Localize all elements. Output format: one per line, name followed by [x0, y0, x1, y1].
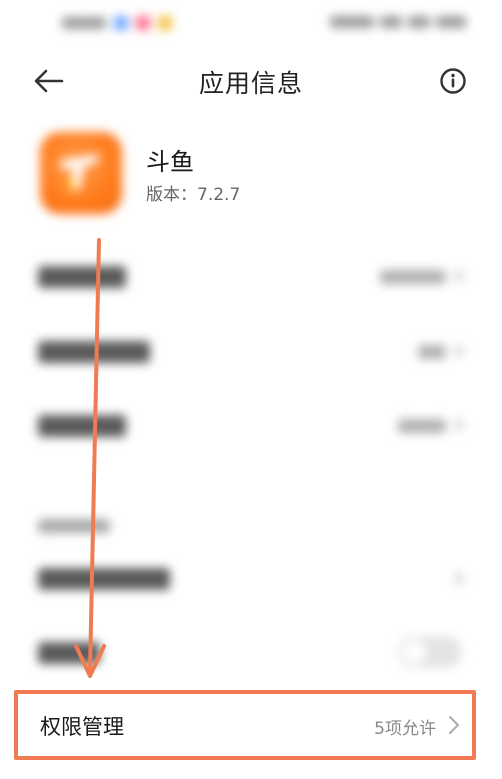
notification-icon [158, 16, 172, 30]
app-name: 斗鱼 [146, 148, 194, 176]
settings-row-battery[interactable] [38, 405, 466, 445]
status-time-placeholder [62, 17, 106, 29]
chevron-right-icon [455, 418, 464, 432]
chevron-right-icon [455, 269, 464, 283]
app-version: 版本：7.2.7 [146, 185, 241, 205]
notification-icon [136, 16, 150, 30]
settings-row-data-usage[interactable] [38, 331, 466, 371]
info-button[interactable] [438, 66, 468, 96]
page-title: 应用信息 [198, 69, 303, 98]
permission-management-label: 权限管理 [40, 715, 124, 739]
chevron-right-icon [449, 716, 460, 734]
status-bar [0, 0, 502, 50]
wifi-icon [408, 16, 430, 28]
network-speed-placeholder [330, 16, 374, 28]
row-label-placeholder [38, 341, 150, 363]
settings-row-storage[interactable] [38, 256, 466, 296]
section-header-placeholder [38, 519, 110, 533]
app-header: 应用信息 [0, 52, 502, 112]
signal-icon [380, 16, 402, 28]
permission-management-row[interactable]: 权限管理 5项允许 [14, 690, 476, 760]
row-label-placeholder [38, 266, 126, 288]
battery-icon [436, 16, 466, 28]
row-value-placeholder [418, 345, 446, 359]
row-label-placeholder [38, 642, 100, 664]
status-right [330, 16, 466, 28]
app-summary: 斗鱼 版本：7.2.7 [36, 132, 466, 216]
toggle-switch[interactable] [398, 636, 462, 668]
douyu-logo-icon [60, 154, 100, 196]
row-value-placeholder [398, 419, 446, 433]
notification-icon [114, 16, 128, 30]
row-label-placeholder [38, 568, 170, 590]
settings-row-behavior-record[interactable] [38, 558, 466, 598]
permission-count: 5项允许 [374, 719, 436, 739]
status-left [62, 16, 172, 30]
chevron-right-icon [455, 344, 464, 358]
row-label-placeholder [38, 415, 126, 437]
info-icon [440, 68, 466, 94]
row-value-placeholder [380, 270, 446, 284]
app-icon [40, 132, 122, 214]
chevron-right-icon [455, 571, 464, 585]
settings-row-toggle[interactable] [38, 632, 466, 672]
